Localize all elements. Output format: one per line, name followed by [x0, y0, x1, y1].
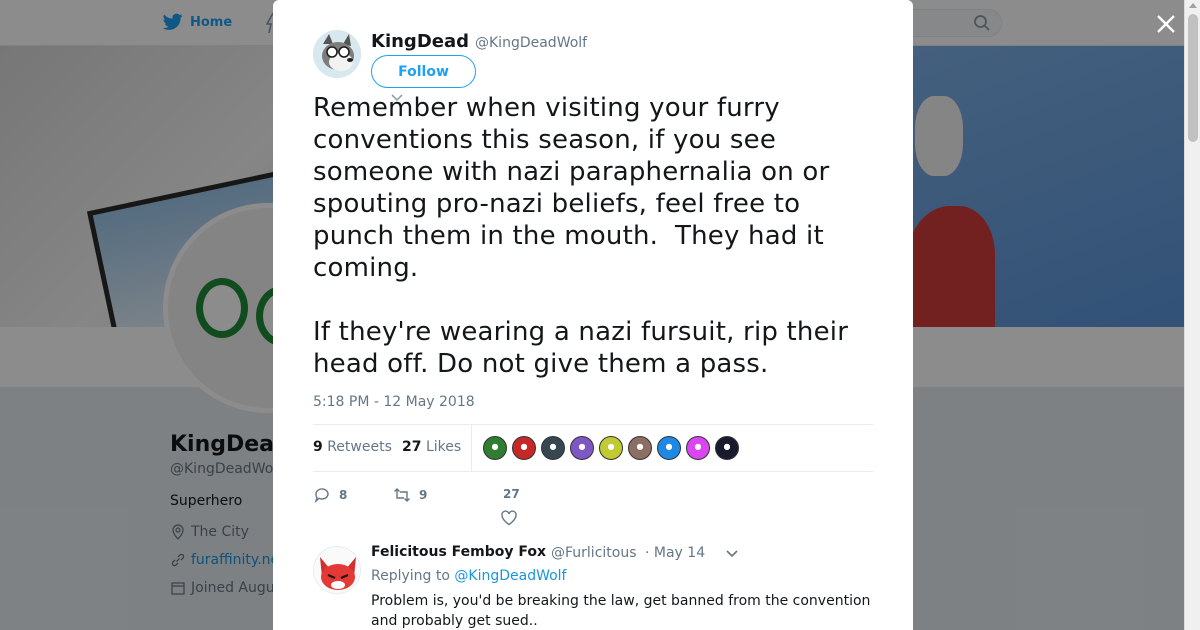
tweet-text: Remember when visiting your furry conven…	[313, 93, 849, 379]
replying-to-prefix: Replying to	[371, 568, 450, 584]
replying-to-line: Replying to @KingDeadWolf	[371, 568, 567, 584]
fox-avatar-illustration	[314, 547, 360, 593]
retweets-label: Retweets	[327, 439, 392, 455]
liker-avatar[interactable]	[512, 436, 536, 460]
page-scrollbar[interactable]	[1184, 0, 1200, 630]
likes-label: Likes	[425, 439, 462, 455]
liker-avatar[interactable]	[686, 436, 710, 460]
stats-divider	[471, 425, 472, 472]
reply-author-name[interactable]: Felicitous Femboy Fox	[371, 544, 546, 560]
reply-author-handle[interactable]: @Furlicitous	[551, 545, 637, 561]
author-avatar[interactable]	[313, 30, 361, 78]
reply-icon	[314, 488, 329, 504]
liker-avatar[interactable]	[657, 436, 681, 460]
scrollbar-thumb[interactable]	[1188, 14, 1198, 142]
retweet-icon	[394, 488, 410, 502]
author-handle[interactable]: @KingDeadWolf	[475, 35, 587, 51]
retweet-button[interactable]: 9	[393, 486, 427, 504]
reply-button[interactable]: 8	[313, 486, 347, 504]
reply-text: Problem is, you'd be breaking the law, g…	[371, 593, 871, 629]
author-name[interactable]: KingDead	[371, 31, 469, 52]
chevron-down-icon[interactable]	[725, 549, 739, 559]
liker-avatar[interactable]	[483, 436, 507, 460]
likes-count: 27	[402, 439, 422, 455]
retweets-count: 9	[313, 439, 323, 455]
tweet-stats-bar: 9 Retweets 27 Likes	[313, 424, 873, 472]
heart-icon[interactable]	[500, 509, 518, 527]
liker-avatar[interactable]	[628, 436, 652, 460]
retweet-count: 9	[419, 488, 428, 502]
likes-stat[interactable]: 27 Likes	[402, 439, 461, 455]
retweets-stat[interactable]: 9 Retweets	[313, 439, 392, 455]
tweet-timestamp[interactable]: 5:18 PM - 12 May 2018	[313, 394, 475, 410]
reply-count: 8	[339, 488, 348, 502]
reply-date[interactable]: · May 14	[645, 545, 705, 561]
liker-avatars	[483, 436, 739, 460]
like-count: 27	[503, 487, 520, 501]
liker-avatar[interactable]	[570, 436, 594, 460]
tweet-permalink-modal: KingDead @KingDeadWolf Follow Remember w…	[273, 0, 913, 630]
liker-avatar[interactable]	[599, 436, 623, 460]
close-icon[interactable]	[1153, 11, 1179, 37]
liker-avatar[interactable]	[715, 436, 739, 460]
reply-author-avatar[interactable]	[313, 546, 361, 594]
replying-to-link[interactable]: @KingDeadWolf	[454, 568, 566, 584]
wolf-avatar-illustration	[313, 30, 361, 78]
follow-button[interactable]: Follow	[371, 55, 476, 88]
liker-avatar[interactable]	[541, 436, 565, 460]
tweet-actions: 8 9 27	[313, 482, 873, 526]
scroll-up-arrow[interactable]	[1189, 3, 1197, 8]
